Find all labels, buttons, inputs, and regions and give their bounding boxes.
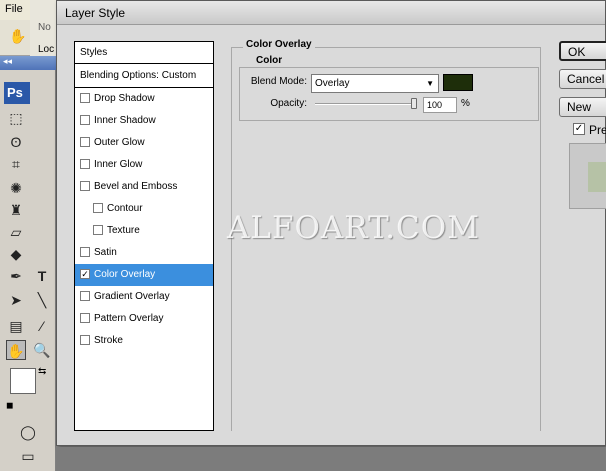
style-item-stroke[interactable]: Stroke [75, 330, 213, 352]
zoom-tool-icon[interactable]: 🔍 [32, 340, 52, 360]
hand-tool-icon[interactable]: ✋ [8, 26, 28, 46]
blend-mode-label: Blend Mode: [250, 76, 307, 87]
style-item-outer-glow[interactable]: Outer Glow [75, 132, 213, 154]
healing-tool-icon[interactable]: ✺ [6, 178, 26, 198]
toolbox: ◂◂ Ps ⬚ ʘ ⌗ ✺ ♜ ▱ ◆ ✒ T ➤ ╲ ▤ ⁄ ✋ 🔍 ⇆ ◼ … [0, 56, 56, 471]
type-tool-icon[interactable]: T [32, 266, 52, 286]
ps-logo: Ps [4, 82, 30, 104]
style-item-label: Pattern Overlay [94, 313, 164, 324]
style-checkbox[interactable] [80, 335, 90, 345]
style-item-label: Inner Shadow [94, 115, 156, 126]
style-checkbox[interactable] [80, 313, 90, 323]
blur-tool-icon[interactable]: ◆ [6, 244, 26, 264]
lasso-tool-icon[interactable]: ʘ [6, 132, 26, 152]
opacity-slider-thumb[interactable] [411, 98, 417, 109]
cancel-button[interactable]: Cancel [559, 69, 606, 89]
style-item-gradient-overlay[interactable]: Gradient Overlay [75, 286, 213, 308]
new-style-button[interactable]: New Style... [559, 97, 606, 117]
style-checkbox[interactable] [80, 159, 90, 169]
marquee-tool-icon[interactable]: ⬚ [6, 108, 26, 128]
foreground-color-swatch[interactable] [10, 368, 36, 394]
opacity-label: Opacity: [270, 98, 307, 109]
styles-list: Styles Blending Options: Custom Drop Sha… [74, 41, 214, 431]
ok-button[interactable]: OK [559, 41, 606, 61]
toolbox-title-bar: ◂◂ [0, 56, 56, 70]
styles-header[interactable]: Styles [75, 42, 213, 64]
style-item-label: Outer Glow [94, 137, 145, 148]
style-checkbox[interactable] [93, 225, 103, 235]
style-item-label: Contour [107, 203, 143, 214]
style-item-label: Satin [94, 247, 117, 258]
notes-tool-icon[interactable]: ▤ [6, 316, 26, 336]
overlay-color-swatch[interactable] [443, 74, 473, 91]
style-item-bevel-and-emboss[interactable]: Bevel and Emboss [75, 176, 213, 198]
eyedropper-tool-icon[interactable]: ⁄ [32, 316, 52, 336]
swap-colors-icon[interactable]: ⇆ [38, 366, 46, 377]
style-checkbox[interactable] [80, 247, 90, 257]
style-item-drop-shadow[interactable]: Drop Shadow [75, 88, 213, 110]
style-checkbox[interactable] [80, 291, 90, 301]
style-checkbox[interactable] [80, 93, 90, 103]
style-checkbox[interactable] [80, 115, 90, 125]
chevron-down-icon: ▼ [426, 79, 434, 88]
opacity-unit: % [461, 98, 470, 109]
style-item-contour[interactable]: Contour [75, 198, 213, 220]
preview-label: Preview [589, 123, 606, 137]
style-checkbox[interactable]: ✓ [80, 269, 90, 279]
path-select-tool-icon[interactable]: ➤ [6, 290, 26, 310]
blend-mode-select[interactable]: Overlay ▼ [311, 74, 439, 93]
style-item-texture[interactable]: Texture [75, 220, 213, 242]
style-checkbox[interactable] [93, 203, 103, 213]
opacity-input[interactable]: 100 [423, 97, 457, 113]
layers-normal-label: No [38, 22, 51, 33]
style-item-pattern-overlay[interactable]: Pattern Overlay [75, 308, 213, 330]
dialog-title: Layer Style [57, 1, 605, 25]
style-item-label: Stroke [94, 335, 123, 346]
style-preview [569, 143, 606, 209]
blend-mode-value: Overlay [315, 78, 350, 89]
watermark-text: ALFOART.COM [227, 210, 480, 246]
hand-tool-icon[interactable]: ✋ [6, 340, 26, 360]
style-item-label: Gradient Overlay [94, 291, 170, 302]
style-item-label: Drop Shadow [94, 93, 155, 104]
status-strip [56, 447, 606, 471]
section-title: Color Overlay [243, 39, 315, 50]
style-checkbox[interactable] [80, 137, 90, 147]
style-item-label: Color Overlay [94, 269, 156, 280]
style-item-inner-shadow[interactable]: Inner Shadow [75, 110, 213, 132]
eraser-tool-icon[interactable]: ▱ [6, 222, 26, 242]
preview-checkbox[interactable]: ✓ [573, 123, 585, 135]
style-item-label: Inner Glow [94, 159, 143, 170]
style-item-satin[interactable]: Satin [75, 242, 213, 264]
preview-swatch [588, 162, 606, 192]
menu-file[interactable]: File [0, 0, 32, 18]
style-item-label: Texture [107, 225, 140, 236]
layers-lock-label: Loc [38, 44, 55, 55]
style-item-inner-glow[interactable]: Inner Glow [75, 154, 213, 176]
quick-mask-icon[interactable]: ◯ [18, 422, 38, 442]
style-item-label: Bevel and Emboss [94, 181, 178, 192]
subsection-title: Color [253, 55, 286, 66]
style-item-color-overlay[interactable]: ✓ Color Overlay [75, 264, 213, 286]
pen-tool-icon[interactable]: ✒ [6, 266, 26, 286]
crop-tool-icon[interactable]: ⌗ [6, 154, 26, 174]
layer-style-dialog: Layer Style Styles Blending Options: Cus… [56, 0, 606, 446]
stamp-tool-icon[interactable]: ♜ [6, 200, 26, 220]
screen-mode-icon[interactable]: ▭ [18, 446, 38, 466]
blending-options-item[interactable]: Blending Options: Custom [75, 64, 213, 88]
line-tool-icon[interactable]: ╲ [32, 290, 52, 310]
style-checkbox[interactable] [80, 181, 90, 191]
default-colors-icon[interactable]: ◼ [6, 400, 13, 411]
opacity-slider-track[interactable] [315, 103, 415, 105]
